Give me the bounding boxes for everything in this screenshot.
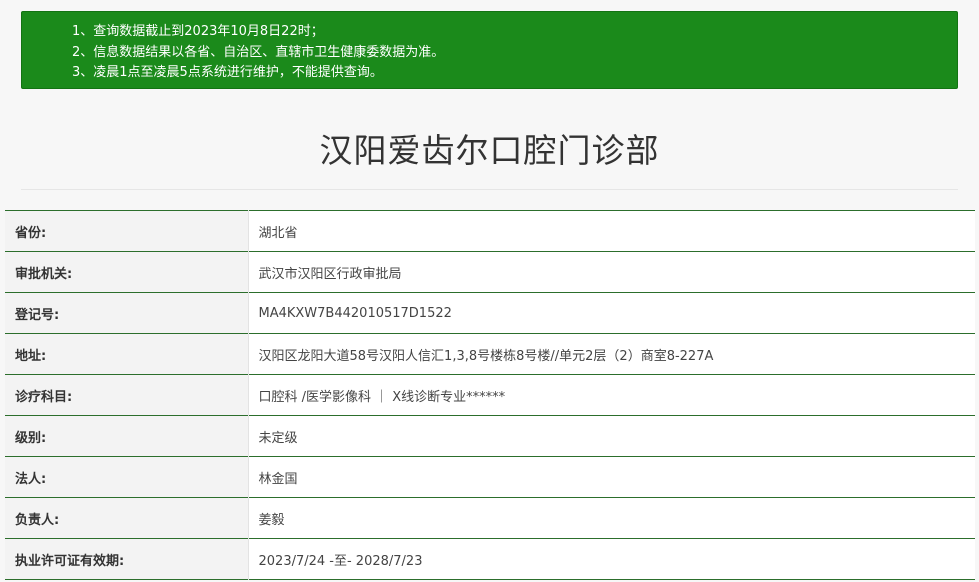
notice-line: 1、查询数据截止到2023年10月8日22时； xyxy=(72,24,324,39)
info-value: 林金国 xyxy=(247,456,975,498)
info-label: 法人: xyxy=(5,456,248,498)
info-value: 2023/7/24 -至- 2028/7/23 xyxy=(247,538,975,580)
info-row-departments: 诊疗科目: 口腔科 /医学影像科 ｜ X线诊断专业****** xyxy=(5,374,975,416)
info-label: 省份: xyxy=(5,210,248,252)
info-row-license-validity: 执业许可证有效期: 2023/7/24 -至- 2028/7/23 xyxy=(5,538,975,580)
info-label: 负责人: xyxy=(5,497,248,539)
info-row-legal-person: 法人: 林金国 xyxy=(5,456,975,498)
info-value: 口腔科 /医学影像科 ｜ X线诊断专业****** xyxy=(247,374,975,416)
info-value: 湖北省 xyxy=(247,210,975,252)
info-label: 地址: xyxy=(5,333,248,375)
info-value: MA4KXW7B442010517D1522 xyxy=(247,292,975,334)
info-value: 武汉市汉阳区行政审批局 xyxy=(247,251,975,293)
info-label: 审批机关: xyxy=(5,251,248,293)
info-value: 姜毅 xyxy=(247,497,975,539)
info-label: 执业许可证有效期: xyxy=(5,538,248,580)
notice-line: 3、凌晨1点至凌晨5点系统进行维护，不能提供查询。 xyxy=(72,65,383,80)
info-value: 汉阳区龙阳大道58号汉阳人信汇1,3,8号楼栋8号楼//单元2层（2）商室8-2… xyxy=(247,333,975,375)
info-row-province: 省份: 湖北省 xyxy=(5,210,975,252)
info-row-responsible-person: 负责人: 姜毅 xyxy=(5,497,975,539)
page-title: 汉阳爱齿尔口腔门诊部 xyxy=(319,131,660,170)
title-divider xyxy=(21,189,958,190)
info-row-level: 级别: 未定级 xyxy=(5,415,975,457)
info-value: 未定级 xyxy=(247,415,975,457)
info-label: 诊疗科目: xyxy=(5,374,248,416)
info-row-approval-authority: 审批机关: 武汉市汉阳区行政审批局 xyxy=(5,251,975,293)
info-row-registration-number: 登记号: MA4KXW7B442010517D1522 xyxy=(5,292,975,334)
info-label: 级别: xyxy=(5,415,248,457)
info-row-address: 地址: 汉阳区龙阳大道58号汉阳人信汇1,3,8号楼栋8号楼//单元2层（2）商… xyxy=(5,333,975,375)
notice-line: 2、信息数据结果以各省、自治区、直辖市卫生健康委数据为准。 xyxy=(72,44,445,60)
clinic-info-table: 省份: 湖北省 审批机关: 武汉市汉阳区行政审批局 登记号: MA4KXW7B4… xyxy=(5,210,975,580)
notice-banner: 1、查询数据截止到2023年10月8日22时； 2、信息数据结果以各省、自治区、… xyxy=(21,11,958,89)
info-label: 登记号: xyxy=(5,292,248,334)
